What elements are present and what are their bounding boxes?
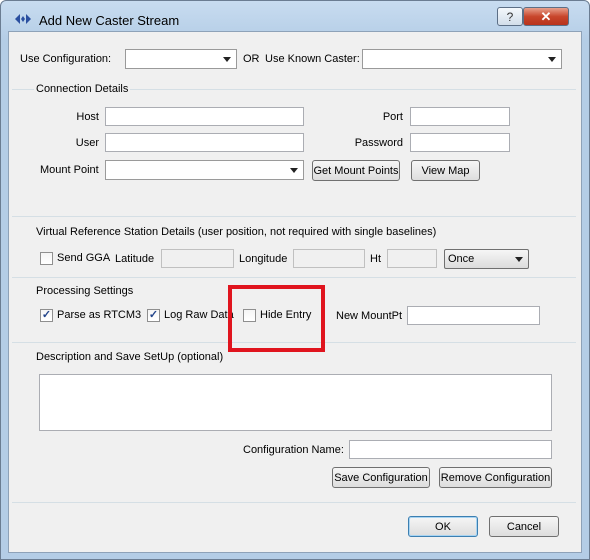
- footer-divider: [12, 502, 576, 503]
- processing-title: Processing Settings: [34, 285, 136, 297]
- port-input[interactable]: [410, 107, 510, 126]
- config-name-input[interactable]: [349, 440, 552, 459]
- view-map-button[interactable]: View Map: [411, 160, 480, 181]
- window-title: Add New Caster Stream: [39, 13, 180, 28]
- latitude-label: Latitude: [115, 253, 155, 265]
- latitude-input[interactable]: [161, 249, 234, 268]
- use-config-label: Use Configuration:: [20, 53, 112, 65]
- gga-frequency-select[interactable]: Once: [444, 249, 529, 269]
- ht-input[interactable]: [387, 249, 437, 268]
- processing-divider: [12, 277, 576, 278]
- port-label: Port: [382, 111, 403, 123]
- description-textarea[interactable]: [39, 374, 552, 431]
- save-configuration-button[interactable]: Save Configuration: [332, 467, 430, 488]
- app-icon: [15, 14, 31, 24]
- chevron-down-icon: [223, 57, 231, 62]
- host-input[interactable]: [105, 107, 304, 126]
- password-input[interactable]: [410, 133, 510, 152]
- parse-rtcm3-checkbox[interactable]: ✓: [40, 309, 53, 322]
- ht-label: Ht: [370, 253, 381, 265]
- description-title: Description and Save SetUp (optional): [34, 351, 226, 363]
- chevron-down-icon: [515, 257, 523, 262]
- use-config-select[interactable]: [125, 49, 237, 69]
- log-raw-data-label: Log Raw Data: [164, 309, 234, 321]
- new-mountpt-input[interactable]: [407, 306, 540, 325]
- user-label: User: [75, 137, 99, 149]
- chevron-down-icon: [290, 168, 298, 173]
- host-label: Host: [76, 111, 99, 123]
- user-input[interactable]: [105, 133, 304, 152]
- ok-button[interactable]: OK: [408, 516, 478, 537]
- help-button[interactable]: ?: [497, 7, 523, 26]
- dialog-body: Use Configuration: OR Use Known Caster: …: [8, 31, 582, 553]
- log-raw-data-checkbox[interactable]: ✓: [147, 309, 160, 322]
- password-label: Password: [354, 137, 403, 149]
- known-caster-select[interactable]: [362, 49, 562, 69]
- config-name-label: Configuration Name:: [243, 444, 344, 456]
- longitude-label: Longitude: [239, 253, 288, 265]
- connection-title: Connection Details: [34, 83, 131, 95]
- send-gga-checkbox[interactable]: [40, 252, 53, 265]
- parse-rtcm3-label: Parse as RTCM3: [57, 309, 142, 321]
- mount-point-label: Mount Point: [40, 164, 99, 176]
- vrs-divider: [12, 216, 576, 217]
- chevron-down-icon: [548, 57, 556, 62]
- mount-point-select[interactable]: [105, 160, 304, 180]
- dialog-window: Add New Caster Stream ? ✕ Use Configurat…: [0, 0, 590, 560]
- send-gga-label: Send GGA: [57, 252, 111, 264]
- known-caster-label: Use Known Caster:: [265, 53, 360, 65]
- close-button[interactable]: ✕: [523, 7, 569, 26]
- get-mount-points-button[interactable]: Get Mount Points: [312, 160, 400, 181]
- new-mountpt-label: New MountPt: [336, 310, 403, 322]
- remove-configuration-button[interactable]: Remove Configuration: [439, 467, 552, 488]
- highlight-box: [228, 285, 325, 352]
- longitude-input[interactable]: [293, 249, 365, 268]
- cancel-button[interactable]: Cancel: [489, 516, 559, 537]
- vrs-title: Virtual Reference Station Details (user …: [34, 226, 439, 238]
- or-label: OR: [243, 53, 260, 65]
